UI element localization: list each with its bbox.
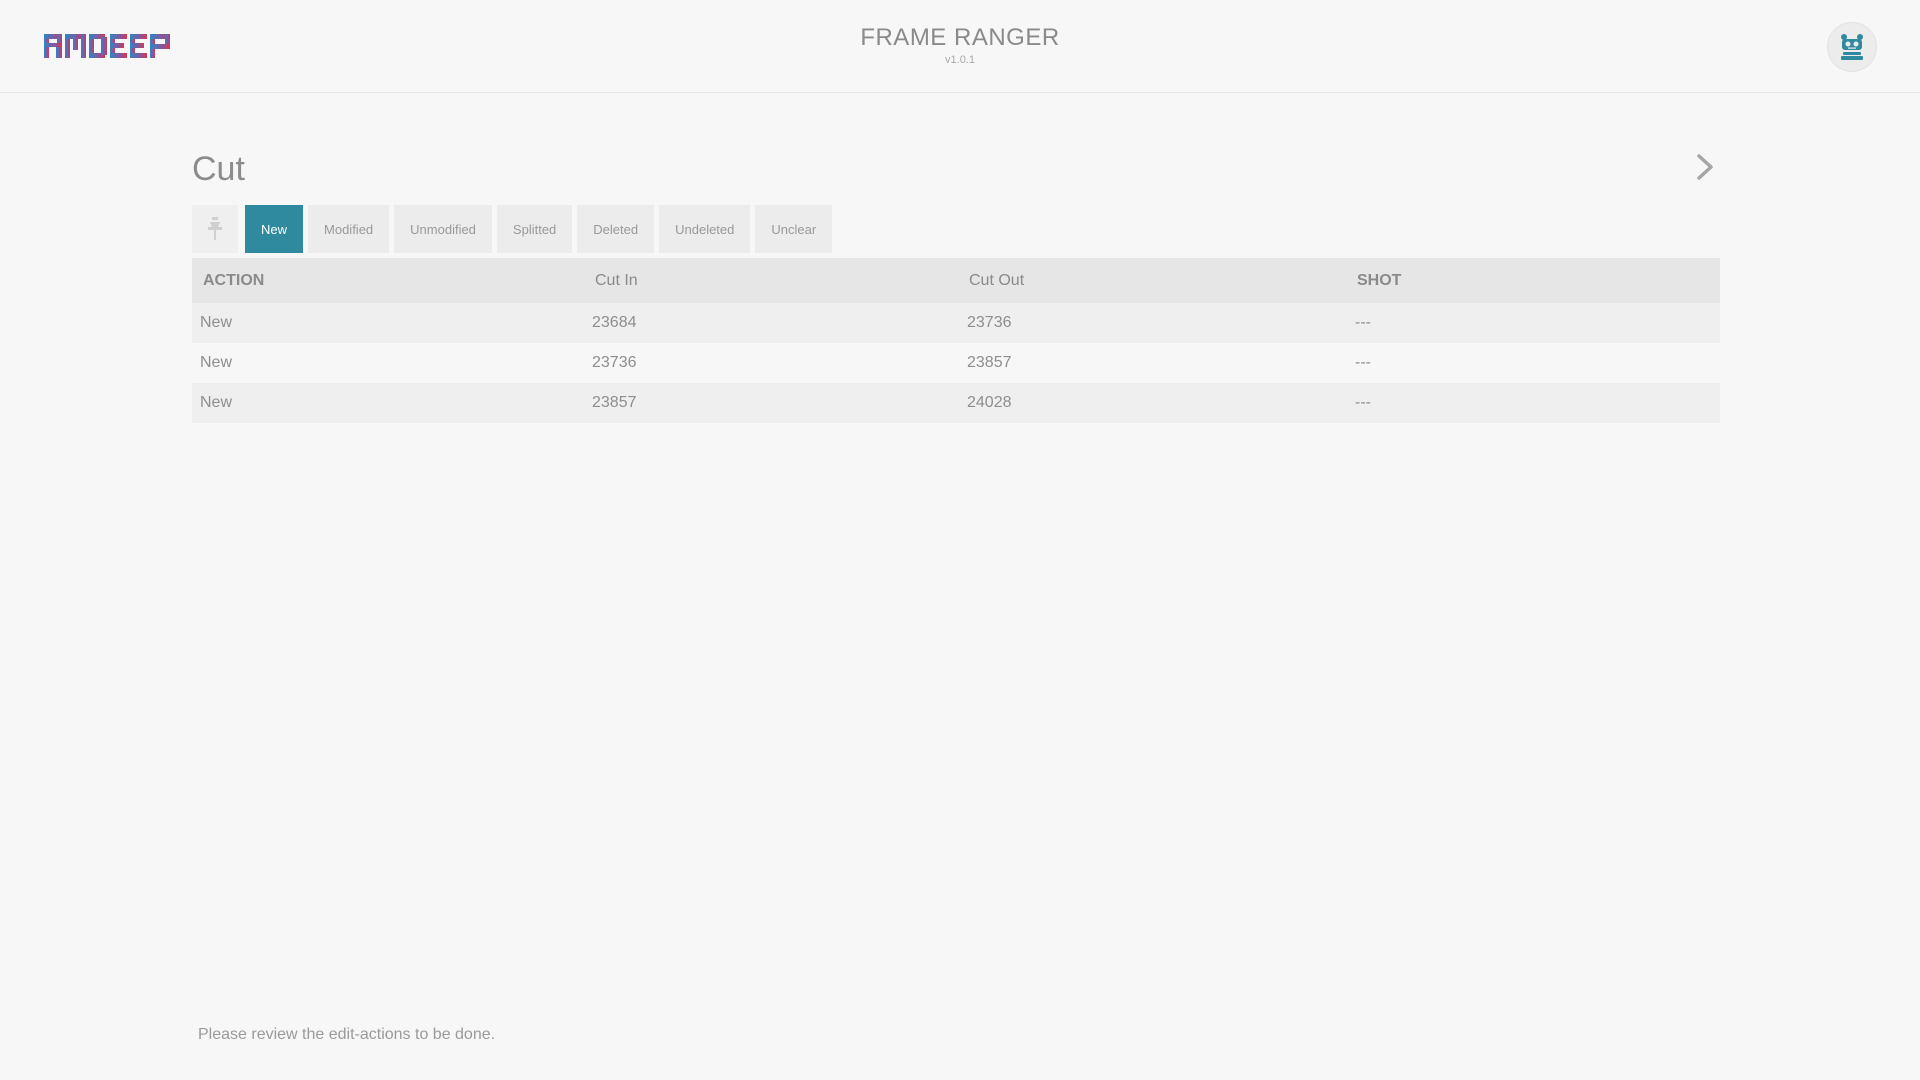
filter-unclear[interactable]: Unclear [755,205,833,253]
column-header-shot[interactable]: SHOT [1355,272,1720,290]
cell-cut-in: 23684 [592,314,637,331]
filter-splitted[interactable]: Splitted [496,205,573,253]
table-row[interactable]: New 23857 24028 --- [192,383,1720,423]
rmdeep-logo[interactable] [44,32,174,60]
pin-icon [208,217,222,240]
cell-action: New [200,394,233,411]
edit-actions-table: ACTION Cut In Cut Out SHOT New 23684 237… [192,258,1720,423]
filter-undeleted[interactable]: Undeleted [659,205,751,253]
cell-cut-in: 23736 [592,354,637,371]
app-title: FRAME RANGER [860,24,1060,51]
pin-filter-button[interactable] [192,205,238,253]
cell-action: New [200,314,233,331]
filter-unmodified[interactable]: Unmodified [394,205,492,253]
filter-bar: New Modified Unmodified Splitted Deleted… [192,205,837,253]
cell-cut-in: 23857 [592,394,637,411]
user-avatar[interactable] [1827,22,1877,72]
cell-action: New [200,354,233,371]
column-header-cut-in[interactable]: Cut In [592,272,967,290]
filter-modified[interactable]: Modified [308,205,390,253]
cell-cut-out: 24028 [967,394,1012,411]
table-header: ACTION Cut In Cut Out SHOT [192,258,1720,303]
status-message: Please review the edit-actions to be don… [198,1026,496,1043]
table-row[interactable]: New 23736 23857 --- [192,343,1720,383]
app-version: v1.0.1 [945,54,975,66]
app-title-block: FRAME RANGER v1.0.1 [760,24,1160,66]
filter-deleted[interactable]: Deleted [577,205,655,253]
cell-cut-out: 23736 [967,314,1012,331]
column-header-cut-out[interactable]: Cut Out [967,272,1355,290]
chevron-right-icon[interactable] [1690,150,1720,184]
app-header: FRAME RANGER v1.0.1 [0,0,1920,93]
table-row[interactable]: New 23684 23736 --- [192,303,1720,343]
cell-shot: --- [1355,394,1371,411]
cell-cut-out: 23857 [967,354,1012,371]
column-header-action[interactable]: ACTION [192,272,592,290]
filter-new[interactable]: New [245,205,304,253]
robot-icon [1841,34,1863,60]
page-title: Cut [192,150,245,188]
cell-shot: --- [1355,314,1371,331]
cell-shot: --- [1355,354,1371,371]
